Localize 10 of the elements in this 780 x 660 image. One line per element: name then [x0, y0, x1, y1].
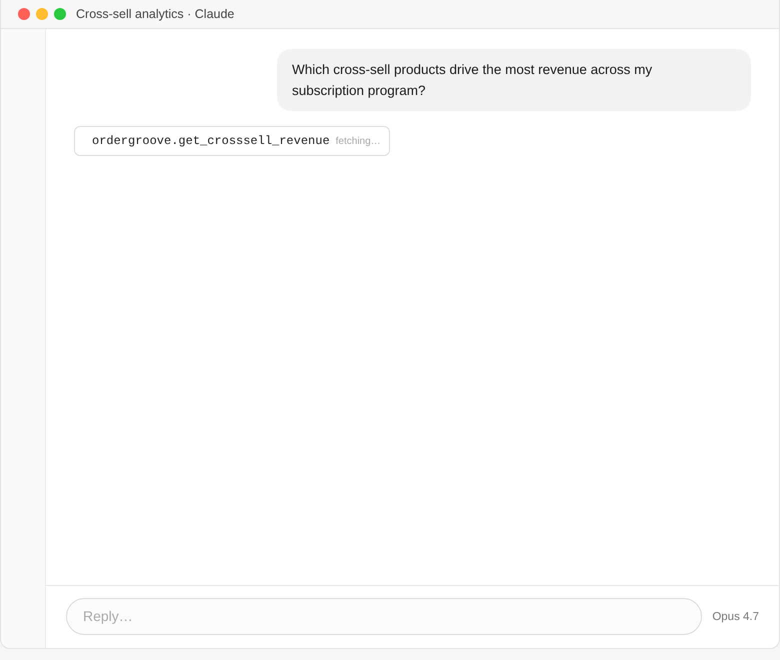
minimize-button[interactable] — [36, 8, 48, 20]
close-button[interactable] — [18, 8, 30, 20]
window-title: Cross-sell analytics · Claude — [76, 7, 234, 21]
tool-status: fetching… — [336, 136, 381, 147]
reply-field[interactable]: Reply… — [66, 598, 702, 634]
model-label: Opus 4.7 — [712, 611, 759, 623]
user-message: Which cross-sell products drive the most revenue across my subscription program? — [277, 49, 751, 111]
tool-name: ordergroove.get_crosssell_revenue — [92, 134, 330, 148]
zoom-button[interactable] — [54, 8, 66, 20]
tool-call-chip[interactable]: ordergroove.get_crosssell_revenue fetching… — [74, 126, 390, 156]
